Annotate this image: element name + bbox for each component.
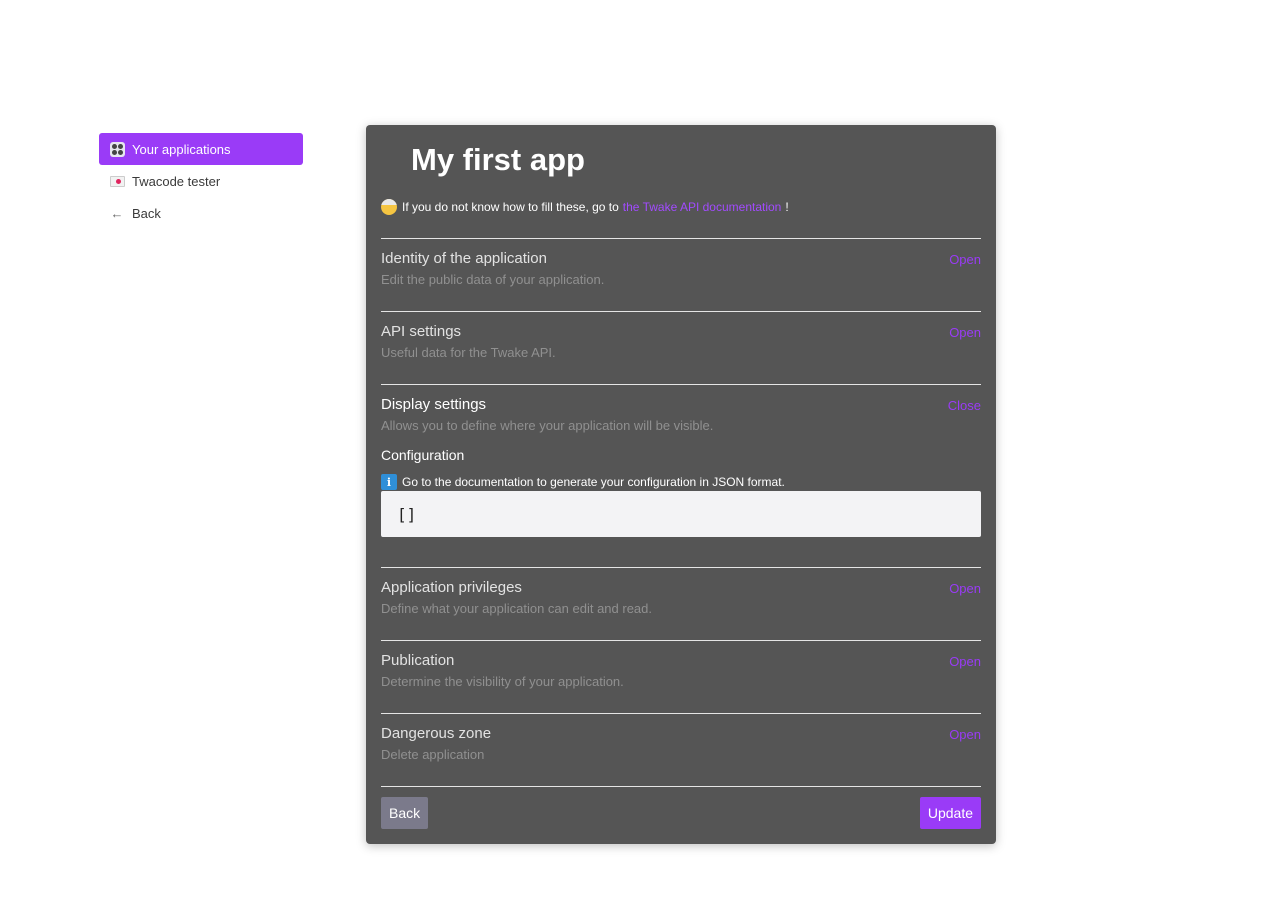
section-description: Define what your application can edit an… [381,601,653,616]
hint-suffix: ! [785,200,789,214]
hint-prefix: If you do not know how to fill these, go… [402,200,619,214]
section-title: Application privileges [381,579,522,596]
section-publication: Publication Determine the visibility of … [381,640,981,714]
section-title: API settings [381,323,462,340]
open-privileges-link[interactable]: Open [949,581,981,596]
configuration-label: Configuration [381,447,465,463]
mind-blown-face-icon [381,199,397,215]
configuration-json-input[interactable] [381,491,981,537]
section-dangerous-zone: Dangerous zone Delete application Open [381,713,981,787]
app-settings-card: My first app If you do not know how to f… [366,125,996,844]
footer-divider [381,786,981,787]
sidebar-item-label: Twacode tester [132,173,221,189]
sidebar-item-twacode-tester[interactable]: Twacode tester [99,165,303,197]
documentation-hint: If you do not know how to fill these, go… [381,199,789,215]
api-documentation-link[interactable]: the Twake API documentation [623,200,782,214]
section-title: Identity of the application [381,250,547,267]
open-identity-link[interactable]: Open [949,252,981,267]
section-description: Edit the public data of your application… [381,272,605,287]
section-description: Determine the visibility of your applica… [381,674,624,689]
apps-grid-icon [109,141,125,157]
arrow-left-icon: ← [110,205,124,221]
configuration-info: i Go to the documentation to generate yo… [381,474,785,490]
section-api-settings: API settings Useful data for the Twake A… [381,311,981,385]
section-application-privileges: Application privileges Define what your … [381,567,981,641]
sidebar-item-label: Back [132,205,161,221]
section-identity: Identity of the application Edit the pub… [381,238,981,312]
open-publication-link[interactable]: Open [949,654,981,669]
page-title: My first app [411,142,585,177]
sidebar-item-label: Your applications [132,141,231,157]
back-button[interactable]: Back [381,797,429,829]
update-button[interactable]: Update [919,797,981,829]
section-description: Delete application [381,747,485,762]
info-icon: i [381,474,397,490]
love-letter-icon [109,173,125,189]
close-display-settings-link[interactable]: Close [948,398,981,413]
sidebar: Your applications Twacode tester ← Back [99,133,303,229]
section-title: Publication [381,652,455,669]
configuration-info-text: Go to the documentation to generate your… [402,475,785,489]
section-title: Display settings [381,396,487,413]
section-description: Allows you to define where your applicat… [381,418,714,433]
section-display-settings: Display settings Allows you to define wh… [381,384,981,568]
section-title: Dangerous zone [381,725,492,742]
sidebar-item-back[interactable]: ← Back [99,197,303,229]
open-dangerous-zone-link[interactable]: Open [949,727,981,742]
section-description: Useful data for the Twake API. [381,345,556,360]
sidebar-item-your-applications[interactable]: Your applications [99,133,303,165]
open-api-settings-link[interactable]: Open [949,325,981,340]
